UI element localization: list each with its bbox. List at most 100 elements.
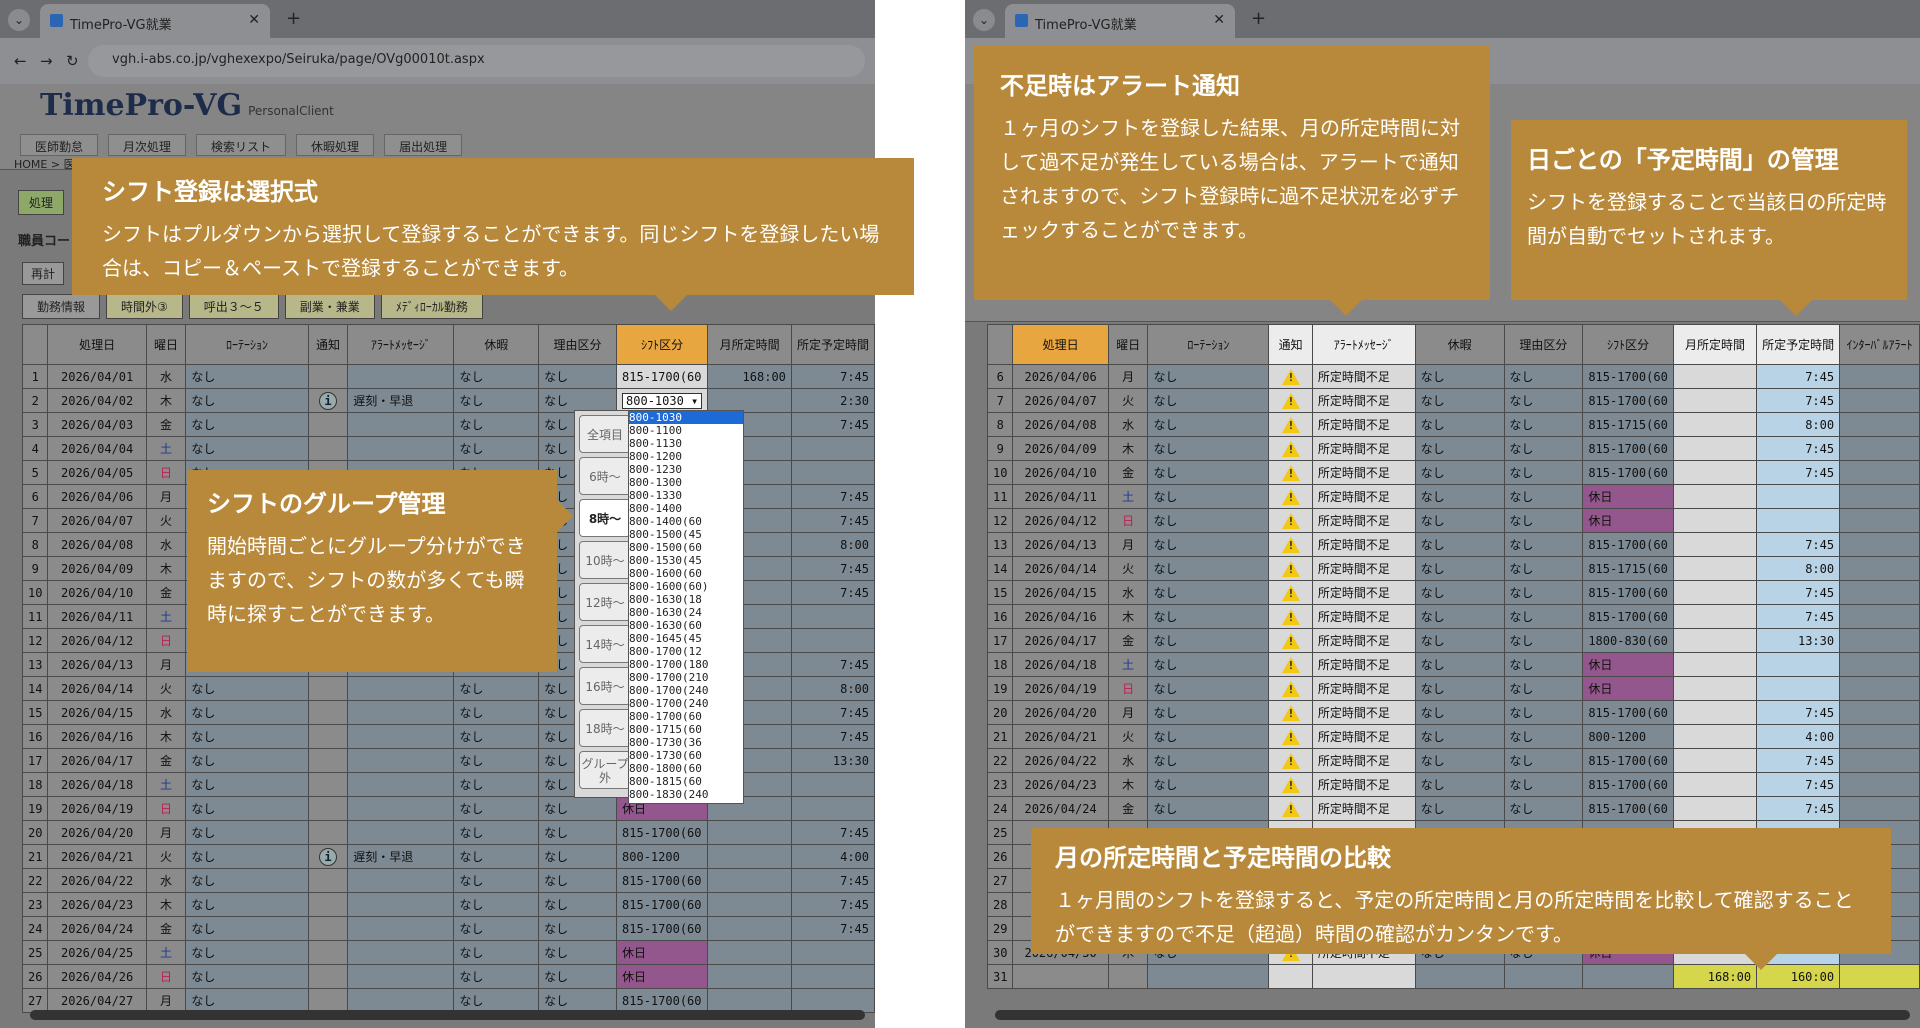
shift-cell[interactable]: 休日: [1582, 484, 1674, 509]
reason-cell[interactable]: なし: [538, 388, 618, 413]
dropdown-option[interactable]: 800-1815(60: [629, 775, 743, 788]
leave-cell[interactable]: なし: [1414, 388, 1505, 413]
shift-cell[interactable]: 815-1700(60: [1582, 532, 1674, 557]
reload-icon[interactable]: ↻: [66, 52, 79, 70]
reason-cell[interactable]: なし: [538, 364, 618, 389]
reason-cell[interactable]: なし: [1503, 772, 1584, 797]
leave-cell[interactable]: なし: [1414, 364, 1505, 389]
dropdown-option[interactable]: 800-1700(240: [629, 684, 743, 697]
warning-icon[interactable]: [1281, 585, 1300, 601]
leave-cell[interactable]: なし: [1414, 772, 1505, 797]
close-tab-icon[interactable]: ✕: [248, 12, 260, 28]
dropdown-option[interactable]: 800-1715(60: [629, 723, 743, 736]
warning-icon[interactable]: [1281, 753, 1300, 769]
leave-cell[interactable]: なし: [453, 364, 540, 389]
rotation-cell[interactable]: なし: [185, 748, 309, 773]
shift-cell[interactable]: [1582, 964, 1674, 989]
table-row[interactable]: 92026/04/09木なし所定時間不足なしなし815-1700(607:45: [986, 436, 1920, 461]
rotation-cell[interactable]: なし: [185, 916, 309, 941]
table-row[interactable]: 102026/04/10金なし所定時間不足なしなし815-1700(607:45: [986, 460, 1920, 485]
leave-cell[interactable]: なし: [453, 772, 540, 797]
reason-cell[interactable]: なし: [538, 796, 618, 821]
leave-cell[interactable]: なし: [1414, 436, 1505, 461]
leave-cell[interactable]: なし: [453, 868, 540, 893]
warning-icon[interactable]: [1281, 801, 1300, 817]
table-row[interactable]: 122026/04/12日なし所定時間不足なしなし休日: [986, 508, 1920, 533]
warning-icon[interactable]: [1281, 489, 1300, 505]
rotation-cell[interactable]: なし: [1147, 628, 1270, 653]
back-icon[interactable]: ←: [14, 52, 27, 70]
dropdown-option[interactable]: 800-1400(60: [629, 515, 743, 528]
table-row[interactable]: 142026/04/14火なし所定時間不足なしなし815-1715(608:00: [986, 556, 1920, 581]
tab-medilocal[interactable]: ﾒﾃﾞｨﾛｰｶﾙ勤務: [380, 294, 483, 319]
rotation-cell[interactable]: なし: [185, 364, 309, 389]
menu-item[interactable]: 月次処理: [108, 134, 187, 156]
rotation-cell[interactable]: なし: [1147, 652, 1270, 677]
leave-cell[interactable]: なし: [453, 916, 540, 941]
warning-icon[interactable]: [1281, 393, 1300, 409]
dropdown-option[interactable]: 800-1645(45: [629, 632, 743, 645]
shift-dropdown-list[interactable]: 800-1030 800-1100 800-1130 800-1200 800-1230…: [628, 410, 744, 804]
table-row[interactable]: 31 168:00 160:00: [986, 964, 1920, 989]
warning-icon[interactable]: [1281, 729, 1300, 745]
dropdown-option[interactable]: 800-1130: [629, 437, 743, 450]
reason-cell[interactable]: なし: [538, 868, 618, 893]
dropdown-option[interactable]: 800-1300: [629, 476, 743, 489]
table-row[interactable]: 4 2026/04/04 土なし なし なし: [21, 436, 875, 461]
rotation-cell[interactable]: なし: [185, 436, 309, 461]
leave-cell[interactable]: なし: [1414, 724, 1505, 749]
group-button[interactable]: 14時～: [579, 625, 631, 663]
rotation-cell[interactable]: なし: [185, 844, 309, 869]
dropdown-option[interactable]: 800-1400: [629, 502, 743, 515]
table-row[interactable]: 3 2026/04/03 金なし なし なし 7:45: [21, 412, 875, 437]
leave-cell[interactable]: なし: [453, 436, 540, 461]
warning-icon[interactable]: [1281, 633, 1300, 649]
dropdown-option[interactable]: 800-1600(60: [629, 567, 743, 580]
leave-cell[interactable]: なし: [1414, 652, 1505, 677]
tab-list-button[interactable]: ⌄: [973, 9, 995, 31]
tab-overtime[interactable]: 時間外③: [106, 294, 183, 319]
reason-cell[interactable]: なし: [1503, 436, 1584, 461]
table-row[interactable]: 17 2026/04/17 金なし なし なし 13:30: [21, 748, 875, 773]
table-row[interactable]: 2 2026/04/02 木なし i 遅刻・早退 なし なし 800-1030 ▾ 2:30: [21, 388, 875, 413]
new-tab-icon[interactable]: +: [1251, 8, 1266, 29]
rotation-cell[interactable]: なし: [1147, 676, 1270, 701]
warning-icon[interactable]: [1281, 465, 1300, 481]
rotation-cell[interactable]: なし: [185, 676, 309, 701]
reason-cell[interactable]: [1503, 964, 1584, 989]
rotation-cell[interactable]: なし: [185, 796, 309, 821]
leave-cell[interactable]: なし: [453, 796, 540, 821]
reason-cell[interactable]: なし: [1503, 484, 1584, 509]
shift-cell[interactable]: 800-1200: [616, 844, 709, 869]
table-row[interactable]: 222026/04/22水なし所定時間不足なしなし815-1700(607:45: [986, 748, 1920, 773]
close-tab-icon[interactable]: ✕: [1213, 12, 1225, 28]
reason-cell[interactable]: なし: [1503, 388, 1584, 413]
menu-item[interactable]: 検索リスト: [196, 134, 287, 156]
group-button[interactable]: グループ外: [579, 751, 631, 789]
dropdown-option[interactable]: 800-1830(240: [629, 788, 743, 801]
shift-cell[interactable]: 815-1700(60: [1582, 772, 1674, 797]
reason-cell[interactable]: なし: [1503, 700, 1584, 725]
table-row[interactable]: 62026/04/06月なし所定時間不足なしなし815-1700(607:45: [986, 364, 1920, 389]
dropdown-option[interactable]: 800-1700(210: [629, 671, 743, 684]
table-row[interactable]: 20 2026/04/20 月なし なし なし 815-1700(60 7:45: [21, 820, 875, 845]
shift-cell[interactable]: 815-1700(60: [1582, 388, 1674, 413]
shift-cell[interactable]: 815-1700(60: [616, 868, 709, 893]
dropdown-option[interactable]: 800-1630(24: [629, 606, 743, 619]
table-row[interactable]: 24 2026/04/24 金なし なし なし 815-1700(60 7:45: [21, 916, 875, 941]
leave-cell[interactable]: なし: [1414, 796, 1505, 821]
dropdown-option[interactable]: 800-1100: [629, 424, 743, 437]
info-icon[interactable]: i: [319, 391, 338, 410]
leave-cell[interactable]: なし: [1414, 484, 1505, 509]
reason-cell[interactable]: なし: [1503, 508, 1584, 533]
table-row[interactable]: 242026/04/24金なし所定時間不足なしなし815-1700(607:45: [986, 796, 1920, 821]
leave-cell[interactable]: なし: [1414, 412, 1505, 437]
table-row[interactable]: 152026/04/15水なし所定時間不足なしなし815-1700(607:45: [986, 580, 1920, 605]
browser-tab[interactable]: TimePro-VG就業 ✕: [40, 4, 270, 38]
group-button[interactable]: 全項目: [579, 415, 631, 453]
warning-icon[interactable]: [1281, 417, 1300, 433]
dropdown-option[interactable]: 800-1500(60: [629, 541, 743, 554]
rotation-cell[interactable]: なし: [185, 772, 309, 797]
tab-work-info[interactable]: 勤務情報: [22, 294, 101, 319]
reason-cell[interactable]: なし: [538, 916, 618, 941]
